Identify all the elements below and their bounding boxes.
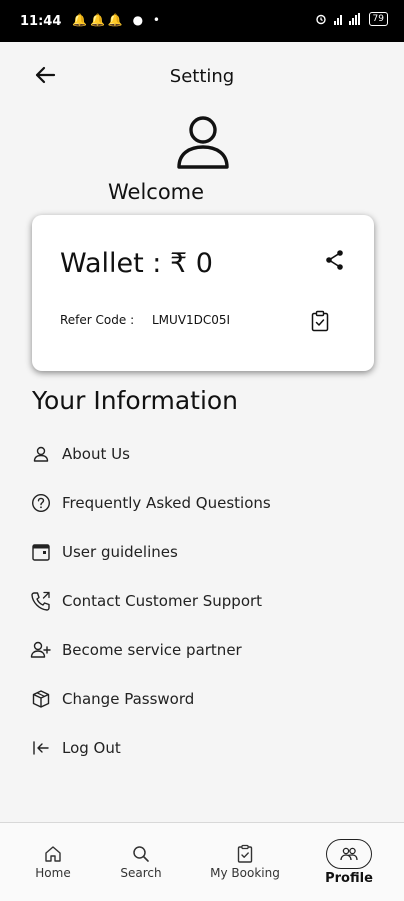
menu-item-user-guidelines[interactable]: User guidelines: [30, 535, 370, 569]
search-icon: [133, 846, 149, 862]
nav-label: Search: [120, 866, 162, 880]
user-icon: [30, 443, 52, 465]
phone-icon: [30, 590, 52, 612]
calendar-icon: [30, 541, 52, 563]
menu-item-log-out[interactable]: Log Out: [30, 731, 370, 765]
page-title: Setting: [169, 66, 235, 87]
menu-label: Change Password: [62, 690, 195, 708]
user-plus-icon: [30, 639, 52, 661]
box-icon: [30, 688, 52, 710]
home-icon: [45, 846, 61, 862]
nav-profile[interactable]: Profile: [320, 823, 378, 901]
nav-search[interactable]: Search: [112, 823, 170, 901]
menu-label: Become service partner: [62, 641, 242, 659]
menu-item-change-password[interactable]: Change Password: [30, 682, 370, 716]
nav-label: Home: [35, 866, 71, 880]
menu-label: Frequently Asked Questions: [62, 494, 271, 512]
alarm-icon: [315, 14, 326, 25]
logout-icon: [30, 737, 52, 759]
menu-item-faq[interactable]: Frequently Asked Questions: [30, 486, 370, 520]
avatar-icon: [177, 116, 229, 169]
system-icons: 79: [315, 12, 388, 26]
clipboard-icon[interactable]: [310, 310, 330, 332]
battery-icon: 79: [368, 12, 388, 26]
status-bar: 11:44 🔔🔔🔔 ● • 79: [0, 0, 404, 42]
menu-label: Contact Customer Support: [62, 592, 263, 610]
share-icon[interactable]: [324, 249, 346, 271]
header: Setting: [0, 42, 404, 108]
refer-code-label: Refer Code :: [60, 313, 135, 327]
nav-label: Profile: [325, 870, 373, 886]
bottom-nav: Home Search My Booking Profile: [0, 822, 404, 901]
menu-label: About Us: [62, 445, 130, 463]
profile-pill: [326, 838, 372, 869]
wallet-amount: Wallet : ₹ 0: [60, 248, 213, 279]
wallet-card: Wallet : ₹ 0 Refer Code : LMUV1DC05I: [32, 215, 374, 371]
question-icon: [30, 492, 52, 514]
refer-code-value: LMUV1DC05I: [152, 313, 231, 327]
welcome-text: Welcome: [108, 180, 205, 204]
menu-item-about-us[interactable]: About Us: [30, 437, 370, 471]
nav-home[interactable]: Home: [26, 823, 80, 901]
signal-icon: [333, 13, 360, 25]
menu-item-contact-support[interactable]: Contact Customer Support: [30, 584, 370, 618]
notification-icons: 🔔🔔🔔 ● •: [72, 13, 164, 27]
nav-my-booking[interactable]: My Booking: [202, 823, 288, 901]
booking-icon: [237, 844, 253, 863]
menu-item-become-partner[interactable]: Become service partner: [30, 633, 370, 667]
menu-label: User guidelines: [62, 543, 178, 561]
menu-label: Log Out: [62, 739, 121, 757]
status-time: 11:44: [20, 14, 62, 29]
users-icon: [340, 847, 358, 860]
section-title: Your Information: [32, 386, 239, 415]
nav-label: My Booking: [210, 866, 280, 880]
